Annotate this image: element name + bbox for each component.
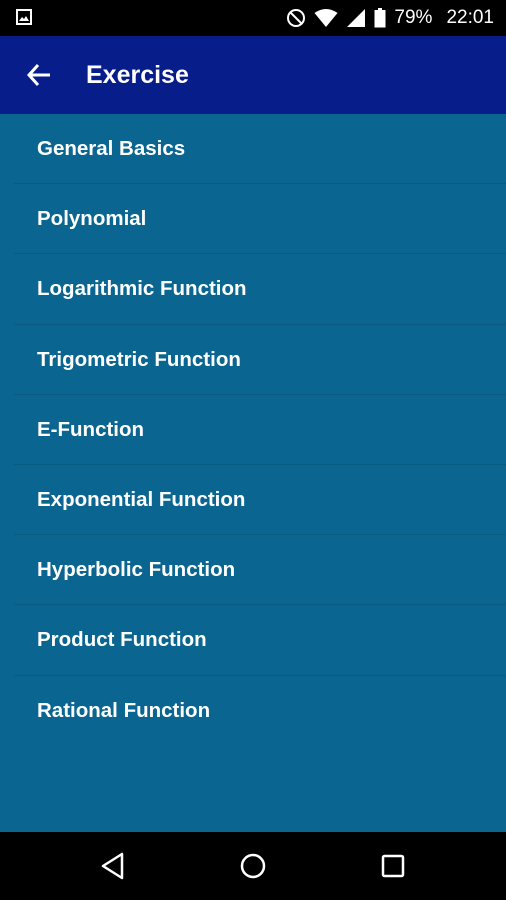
screen: 79% 22:01 Exercise General Basics Polyno… (0, 0, 506, 900)
signal-icon (347, 9, 366, 27)
list-item-exponential-function[interactable]: Exponential Function (14, 465, 506, 536)
list-item-label: Hyperbolic Function (37, 558, 236, 582)
list-item-label: Product Function (37, 628, 207, 652)
list-item-product-function[interactable]: Product Function (14, 605, 506, 676)
list-item-label: Trigometric Function (37, 347, 241, 371)
status-bar: 79% 22:01 (0, 0, 506, 36)
list-item-trigometric-function[interactable]: Trigometric Function (14, 325, 506, 395)
list-item-label: Logarithmic Function (37, 277, 247, 301)
home-circle-icon[interactable] (237, 850, 269, 882)
list-item-label: Polynomial (37, 207, 147, 231)
do-not-disturb-icon (287, 9, 306, 27)
image-icon (16, 9, 32, 25)
list-item-hyperbolic-function[interactable]: Hyperbolic Function (14, 535, 506, 606)
battery-icon (374, 8, 386, 28)
list-item-rational-function[interactable]: Rational Function (14, 676, 506, 746)
list-item-label: Rational Function (37, 698, 211, 722)
status-icons: 79% 22:01 (286, 0, 494, 36)
wifi-icon (314, 9, 338, 27)
arrow-back-icon[interactable] (26, 62, 52, 88)
battery-percent: 79% (394, 7, 433, 28)
list-item-label: E-Function (37, 417, 145, 441)
back-triangle-icon[interactable] (98, 850, 130, 882)
list-item-label: Exponential Function (37, 487, 246, 511)
list-item-general-basics[interactable]: General Basics (14, 114, 506, 185)
navigation-bar (0, 832, 506, 900)
list-item-e-function[interactable]: E-Function (14, 395, 506, 465)
clock: 22:01 (446, 7, 494, 28)
list-item-logarithmic-function[interactable]: Logarithmic Function (14, 254, 506, 325)
list-item-label: General Basics (37, 137, 186, 160)
app-bar: Exercise (0, 36, 506, 114)
list-item-polynomial[interactable]: Polynomial (14, 184, 506, 255)
page-title: Exercise (86, 61, 189, 89)
exercise-list: General Basics Polynomial Logarithmic Fu… (0, 114, 506, 832)
recents-square-icon[interactable] (377, 850, 409, 882)
